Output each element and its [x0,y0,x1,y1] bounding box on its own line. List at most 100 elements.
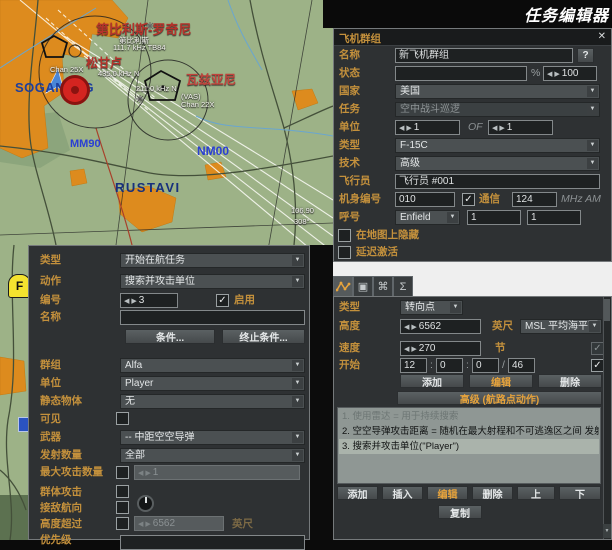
callsign-label: 呼号 [339,211,360,224]
advanced-actions-button[interactable]: 高级 (航路点动作) [397,391,602,405]
task-dropdown[interactable]: 空中战斗巡逻 ▼ [395,102,600,117]
launch-qty-dropdown[interactable]: 全部 ▼ [120,448,305,463]
skill-dropdown[interactable]: 高级 ▼ [395,156,600,171]
action-delete-button[interactable]: 删除 [472,486,513,500]
partial-row-label: 优先级 [40,534,72,547]
frequency-field[interactable]: 124 [512,192,557,207]
start-hours-field[interactable]: 12 [400,358,427,373]
condition-field[interactable] [395,66,527,81]
chevron-down-icon: ▼ [292,360,303,371]
spin-left-icon[interactable]: ◀ [492,125,497,132]
command-icon: ⌘ [378,280,389,293]
altitude-above-checkbox[interactable] [116,517,129,530]
scrollbar-track[interactable] [603,297,611,539]
waypoint-actions-list: 1. 使用雷达 = 用于持续搜索 2. 空空导弹攻击距离 = 随机在最大射程和不… [337,407,601,484]
max-attack-spinner[interactable]: ◀▶1 [134,465,300,480]
wp-edit-button[interactable]: 编辑 [469,374,533,388]
group-name-field[interactable]: 新飞机群组 [395,48,573,63]
selected-unit-icon[interactable] [60,75,90,105]
altitude-ref-dropdown[interactable]: MSL 平均海平面 ▼ [520,319,602,334]
task-name-field[interactable] [120,310,305,325]
visible-checkbox[interactable] [116,412,129,425]
spin-right-icon[interactable]: ▶ [499,125,504,132]
start-day-field[interactable]: 46 [508,358,535,373]
close-icon[interactable]: ✕ [598,31,606,42]
speed-spinner[interactable]: ◀▶270 [400,341,481,356]
time-colon: : [466,359,469,372]
heading-knob[interactable] [137,495,154,512]
skill-label: 技术 [339,157,360,170]
action-insert-button[interactable]: 插入 [382,486,423,500]
action-up-button[interactable]: 上 [517,486,555,500]
tab-route[interactable] [333,276,353,297]
max-attack-checkbox[interactable] [116,466,129,479]
action-down-button[interactable]: 下 [559,486,601,500]
spin-left-icon[interactable]: ◀ [404,346,409,353]
list-item-selected[interactable]: 3. 搜索并攻击单位("Player") [339,439,599,454]
engage-heading-checkbox[interactable] [116,501,129,514]
pilot-field[interactable]: 飞行员 #001 [395,174,600,189]
action-add-button[interactable]: 添加 [337,486,378,500]
static-object-value: 无 [125,396,135,407]
tab-payload[interactable]: ▣ [353,276,373,297]
callsign-dropdown[interactable]: Enfield ▼ [395,210,460,225]
stop-condition-button[interactable]: 终止条件... [222,329,305,344]
condition-button[interactable]: 条件... [125,329,215,344]
target-unit-dropdown[interactable]: Player ▼ [120,376,305,391]
comms-checkbox[interactable]: ✓ [462,193,475,206]
copy-button[interactable]: 复制 [438,505,482,519]
weapon-dropdown[interactable]: -- 中距空空导弹 ▼ [120,430,305,445]
group-dropdown[interactable]: Alfa ▼ [120,358,305,373]
unit-count-spinner[interactable]: ◀▶1 [395,120,460,135]
tail-number-field[interactable]: 010 [395,192,455,207]
tab-summary[interactable]: Σ [393,276,413,297]
country-value: 美国 [400,86,420,97]
aircraft-type-dropdown[interactable]: F-15C ▼ [395,138,600,153]
scrollbar-thumb[interactable] [604,299,610,321]
knob-pointer [145,497,147,503]
list-item[interactable]: 2. 空空导弹攻击距离 = 随机在最大射程和不可逃逸区之间 发射 [339,424,599,439]
wp-type-dropdown[interactable]: 转向点 ▼ [400,300,463,315]
altitude-above-spinner[interactable]: ◀▶6562 [134,516,224,531]
action-dropdown[interactable]: 搜索并攻击单位 ▼ [120,274,305,289]
spin-left-icon[interactable]: ◀ [124,298,129,305]
static-object-dropdown[interactable]: 无 ▼ [120,394,305,409]
probability-spinner[interactable]: ◀▶100 [543,66,597,81]
wp-add-button[interactable]: 添加 [400,374,464,388]
scrollbar-down-icon[interactable]: ▼ [603,524,611,538]
aircraft-group-titlebar[interactable]: 飞机群组 ✕ [334,29,611,46]
country-dropdown[interactable]: 美国 ▼ [395,84,600,99]
hidden-on-map-checkbox[interactable] [338,229,351,242]
spin-left-icon[interactable]: ◀ [404,324,409,331]
spin-right-icon[interactable]: ▶ [554,71,559,78]
spin-right-icon[interactable]: ▶ [131,298,136,305]
tab-actions[interactable]: ⌘ [373,276,393,297]
max-attack-label: 最大攻击数量 [40,466,103,479]
map-label-nav-freq: 106.90 [291,207,314,215]
wp-delete-button[interactable]: 删除 [538,374,602,388]
action-edit-button[interactable]: 编辑 [427,486,468,500]
spin-right-icon[interactable]: ▶ [411,346,416,353]
start-minutes-field[interactable]: 0 [436,358,463,373]
probability-value: 100 [562,68,579,79]
spin-left-icon[interactable]: ◀ [399,125,404,132]
late-activation-checkbox[interactable] [338,246,351,259]
callsign-num1-field[interactable]: 1 [467,210,521,225]
task-type-dropdown[interactable]: 开始在航任务 ▼ [120,253,305,268]
altitude-spinner[interactable]: ◀▶6562 [400,319,481,334]
map-label-vaziani-freq: 211.0 kHz N [136,85,177,93]
number-spinner[interactable]: ◀▶3 [120,293,178,308]
spin-right-icon[interactable]: ▶ [411,324,416,331]
enabled-checkbox[interactable]: ✓ [216,294,229,307]
unit-total-spinner[interactable]: ◀▶1 [488,120,553,135]
map-label-nav-brg: 308° [294,218,310,226]
spin-right-icon: ▶ [145,470,150,477]
callsign-num2-field[interactable]: 1 [527,210,581,225]
partial-row-field[interactable] [120,535,305,550]
spin-right-icon[interactable]: ▶ [406,125,411,132]
help-button[interactable]: ? [577,48,594,63]
start-seconds-field[interactable]: 0 [472,358,499,373]
list-item[interactable]: 1. 使用雷达 = 用于持续搜索 [339,409,599,424]
group-attack-checkbox[interactable] [116,485,129,498]
spin-left-icon[interactable]: ◀ [547,71,552,78]
